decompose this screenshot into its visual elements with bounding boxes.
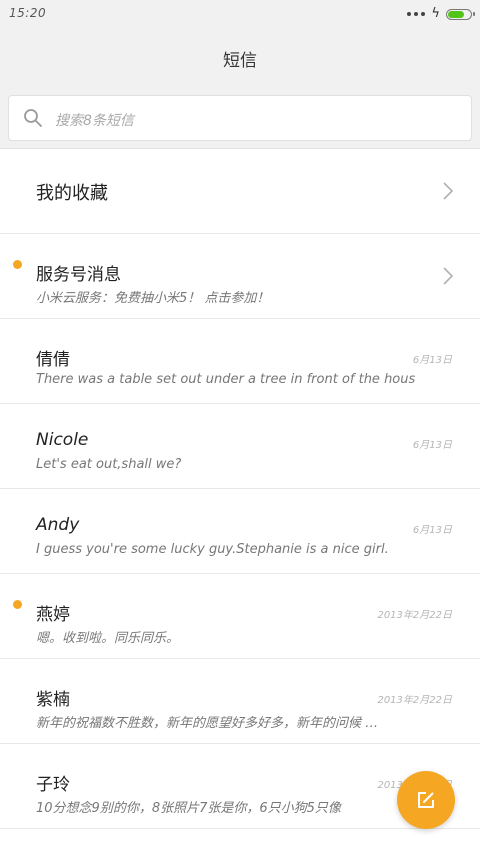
- sender-name: Nicole: [36, 430, 89, 450]
- status-bar: 15:20 ϟ: [0, 0, 480, 28]
- charging-bolt-icon: ϟ: [431, 6, 440, 21]
- battery-level-fill: [448, 10, 465, 18]
- messages-screen: 15:20 ϟ 短信 搜索8条短信 我的收藏 服务号消息 小米云服务：免费抽小米…: [0, 0, 480, 853]
- unread-dot: [13, 260, 22, 269]
- message-date: 2013年2月22日: [377, 610, 452, 621]
- status-icons: ϟ: [407, 6, 475, 22]
- conversation-row[interactable]: Nicole 6月13日 Let's eat out,shall we?: [0, 404, 480, 489]
- sender-name: 服务号消息: [36, 265, 121, 285]
- conversation-row[interactable]: 倩倩 6月13日 There was a table set out under…: [0, 319, 480, 404]
- sender-name: 子玲: [36, 775, 70, 795]
- message-date: 6月13日: [412, 440, 452, 451]
- chevron-right-icon: [443, 182, 454, 200]
- message-preview: 嗯。收到啦。同乐同乐。: [36, 631, 180, 646]
- chevron-right-icon: [443, 267, 454, 285]
- unread-dot: [13, 600, 22, 609]
- message-preview: There was a table set out under a tree i…: [36, 372, 416, 387]
- conversation-row[interactable]: 燕婷 2013年2月22日 嗯。收到啦。同乐同乐。: [0, 574, 480, 659]
- signal-dots-icon: [407, 12, 426, 16]
- favorites-row[interactable]: 我的收藏: [0, 149, 480, 234]
- message-date: 6月13日: [412, 525, 452, 536]
- search-icon: [24, 109, 42, 127]
- message-preview: 10分想念9别的你，8张照片7张是你，6只小狗5只像: [36, 801, 341, 816]
- message-preview: Let's eat out,shall we?: [36, 457, 182, 472]
- compose-icon: [418, 792, 434, 808]
- conversation-row[interactable]: Andy 6月13日 I guess you're some lucky guy…: [0, 489, 480, 574]
- message-date: 2013年2月22日: [377, 695, 452, 706]
- message-preview: 小米云服务：免费抽小米5！ 点击参加！: [36, 291, 270, 306]
- status-time: 15:20: [9, 6, 47, 20]
- message-date: 6月13日: [412, 355, 452, 366]
- message-preview: I guess you're some lucky guy.Stephanie …: [36, 542, 389, 557]
- conversation-row[interactable]: 紫楠 2013年2月22日 新年的祝福数不胜数，新年的愿望好多好多，新年的问候 …: [0, 659, 480, 744]
- search-input[interactable]: 搜索8条短信: [8, 95, 472, 141]
- sender-name: 燕婷: [36, 605, 70, 625]
- sender-name: Andy: [36, 515, 80, 535]
- sender-name: 倩倩: [36, 350, 70, 370]
- conversation-row[interactable]: 服务号消息 小米云服务：免费抽小米5！ 点击参加！: [0, 234, 480, 319]
- header: 短信 搜索8条短信: [0, 28, 480, 149]
- conversation-list: 我的收藏 服务号消息 小米云服务：免费抽小米5！ 点击参加！ 倩倩 6月13日 …: [0, 149, 480, 829]
- search-placeholder: 搜索8条短信: [55, 113, 134, 129]
- page-title: 短信: [223, 51, 257, 71]
- sender-name: 紫楠: [36, 690, 70, 710]
- favorites-label: 我的收藏: [36, 183, 108, 204]
- compose-button[interactable]: [397, 771, 455, 829]
- message-preview: 新年的祝福数不胜数，新年的愿望好多好多，新年的问候 …: [36, 716, 379, 731]
- battery-icon: [446, 8, 475, 20]
